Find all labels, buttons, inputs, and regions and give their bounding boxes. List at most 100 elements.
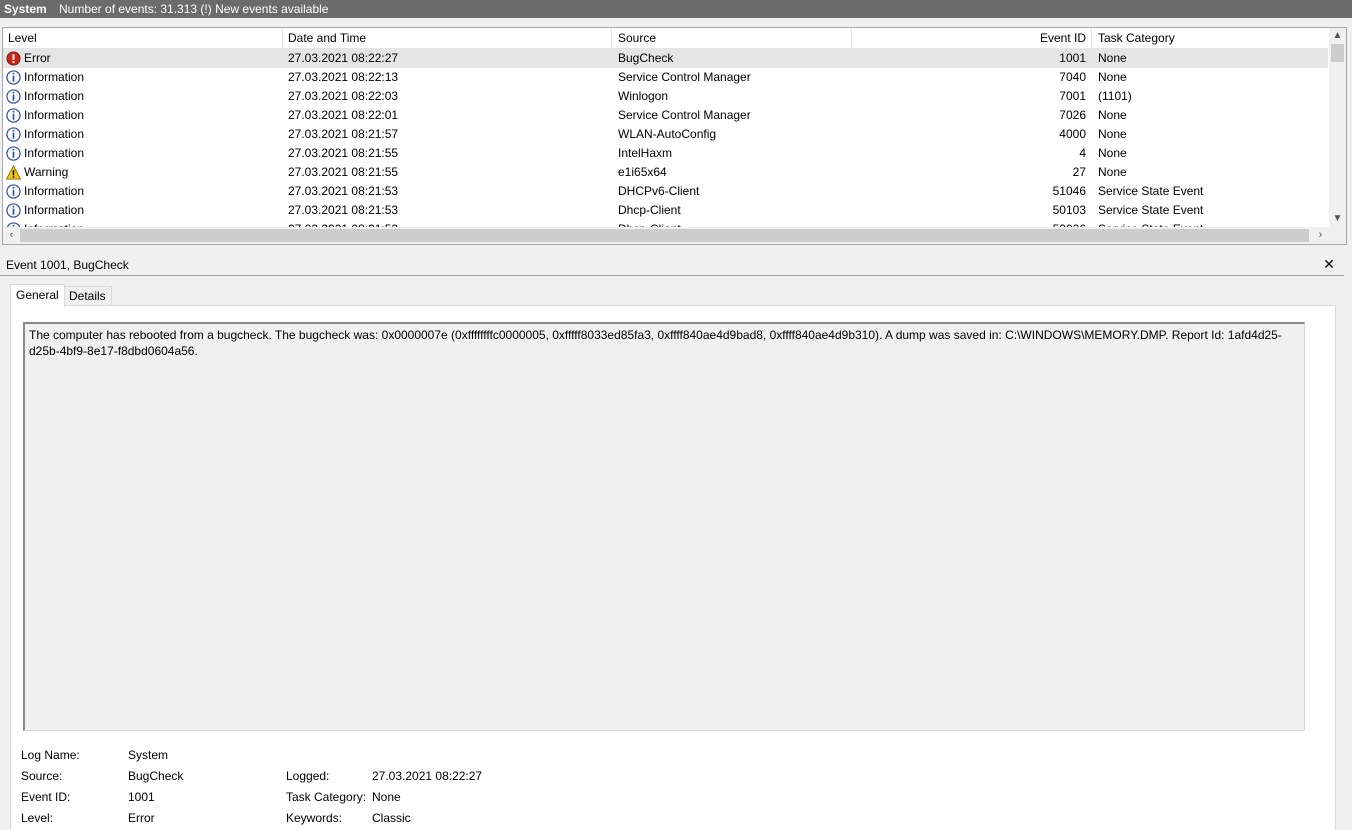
level-label: Level: [21,811,54,825]
close-icon[interactable]: ✕ [1321,256,1337,272]
keywords-value[interactable]: Classic [372,811,411,826]
event-task-category: None [1098,165,1127,179]
event-id-label: Event ID: [21,790,71,804]
scrollbar-corner [1329,227,1346,244]
event-row[interactable]: Information 27.03.2021 08:21:57 WLAN-AutoC… [3,125,1328,144]
event-source: Dhcp-Client [618,203,681,217]
column-header-source[interactable]: Source [618,31,656,45]
event-level: Information [24,146,85,160]
event-row[interactable]: Information 27.03.2021 08:22:01 Service Co… [3,106,1328,125]
event-source: Winlogon [618,89,669,103]
event-id: 7026 [1059,108,1086,122]
pane-splitter[interactable] [0,248,1352,254]
task-category-value[interactable]: None [372,790,401,805]
event-row[interactable]: Information 27.03.2021 08:21:53 Dhcp-Clien… [3,201,1328,220]
scroll-left-arrow-icon[interactable]: ‹ [3,227,20,244]
event-task-category: (1101) [1098,89,1132,103]
column-header-date[interactable]: Date and Time [288,31,366,45]
event-date-time: 27.03.2021 08:21:55 [288,165,399,179]
event-row[interactable]: Information27.03.2021 08:21:53Dhcp-Clien… [3,220,1328,227]
event-source: Service Control Manager [618,70,751,84]
information-icon [6,89,21,104]
log-name-label: Log Name: [21,748,80,762]
logged-label: Logged: [286,769,330,783]
information-icon [6,146,21,161]
scroll-up-arrow-icon[interactable]: ▲ [1329,28,1346,44]
tab-general[interactable]: General [10,284,65,307]
event-source: IntelHaxm [618,146,673,160]
scroll-right-arrow-icon[interactable]: › [1312,227,1329,244]
event-source: BugCheck [618,51,674,65]
event-task-category: Service State Event [1098,203,1204,217]
event-date-time: 27.03.2021 08:22:01 [288,108,399,122]
event-level: Information [24,184,85,198]
event-level: Information [24,203,85,217]
source-value[interactable]: BugCheck [128,769,183,784]
column-header-level[interactable]: Level [8,31,37,45]
event-row[interactable]: Information 27.03.2021 08:22:03 Winlogon 70… [3,87,1328,106]
event-row[interactable]: Error 27.03.2021 08:22:27 BugCheck 1001 None [3,49,1328,68]
event-id: 7001 [1059,89,1086,103]
information-icon [6,184,21,199]
column-header-event-id[interactable]: Event ID [853,31,1086,45]
event-id: 51046 [1052,184,1086,198]
warning-icon [5,164,22,180]
source-label: Source: [21,769,63,783]
event-task-category: None [1098,146,1127,160]
event-task-category: Service State Event [1098,184,1204,198]
horizontal-scrollbar[interactable]: ‹ › [3,227,1329,244]
detail-pane-title: Event 1001, BugCheck [6,258,129,272]
event-date-time: 27.03.2021 08:22:03 [288,89,399,103]
event-id: 27 [1072,165,1086,179]
event-task-category: None [1098,108,1127,122]
column-header-task-category[interactable]: Task Category [1098,31,1175,45]
event-source: e1i65x64 [618,165,667,179]
event-level: Information [24,70,85,84]
event-list-header: Level Date and Time Source Event ID Task… [3,28,1328,49]
event-row[interactable]: Warning 27.03.2021 08:21:55 e1i65x64 27 None [3,163,1328,182]
log-title-bar: System Number of events: 31.313 (!) New … [0,0,1352,18]
event-id: 4 [1079,146,1086,160]
event-level: Warning [24,165,69,179]
event-source: Service Control Manager [618,108,751,122]
event-date-time: 27.03.2021 08:21:55 [288,146,399,160]
event-row[interactable]: Information 27.03.2021 08:21:55 IntelHaxm 4… [3,144,1328,163]
event-id-value[interactable]: 1001 [128,790,155,805]
event-level: Information [24,127,85,141]
event-task-category: None [1098,127,1127,141]
event-level: Information [24,108,85,122]
event-description[interactable]: The computer has rebooted from a bugchec… [23,322,1305,731]
information-icon [6,127,21,142]
event-id: 50103 [1052,203,1086,217]
event-date-time: 27.03.2021 08:21:53 [288,203,399,217]
event-date-time: 27.03.2021 08:21:57 [288,127,399,141]
vertical-scrollbar[interactable]: ▲ ▼ [1329,28,1346,227]
event-id: 1001 [1059,51,1086,65]
event-level: Error [24,51,51,65]
event-list[interactable]: Level Date and Time Source Event ID Task… [2,27,1347,245]
event-source: DHCPv6-Client [618,184,700,198]
information-icon [6,203,21,218]
keywords-label: Keywords: [286,811,343,825]
information-icon [6,108,21,123]
horizontal-scroll-thumb[interactable] [20,229,1309,242]
logged-value[interactable]: 27.03.2021 08:22:27 [372,769,482,784]
event-rows: Error 27.03.2021 08:22:27 BugCheck 1001 None… [3,49,1328,227]
detail-divider [0,275,1344,276]
event-level: Information [24,89,85,103]
event-row[interactable]: Information 27.03.2021 08:22:13 Service Co… [3,68,1328,87]
event-row[interactable]: Information 27.03.2021 08:21:53 DHCPv6-Cli… [3,182,1328,201]
scroll-down-arrow-icon[interactable]: ▼ [1329,211,1346,227]
event-source: WLAN-AutoConfig [618,127,717,141]
event-date-time: 27.03.2021 08:22:13 [288,70,399,84]
information-icon [6,70,21,85]
event-date-time: 27.03.2021 08:22:27 [288,51,399,65]
tab-details[interactable]: Details [63,286,112,307]
event-id: 7040 [1059,70,1086,84]
log-name: System [4,2,47,16]
scroll-thumb[interactable] [1331,44,1344,62]
log-name-value[interactable]: System [128,748,168,763]
event-count-status: Number of events: 31.313 (!) New events … [59,2,329,16]
level-value[interactable]: Error [128,811,155,826]
event-id: 4000 [1059,127,1086,141]
